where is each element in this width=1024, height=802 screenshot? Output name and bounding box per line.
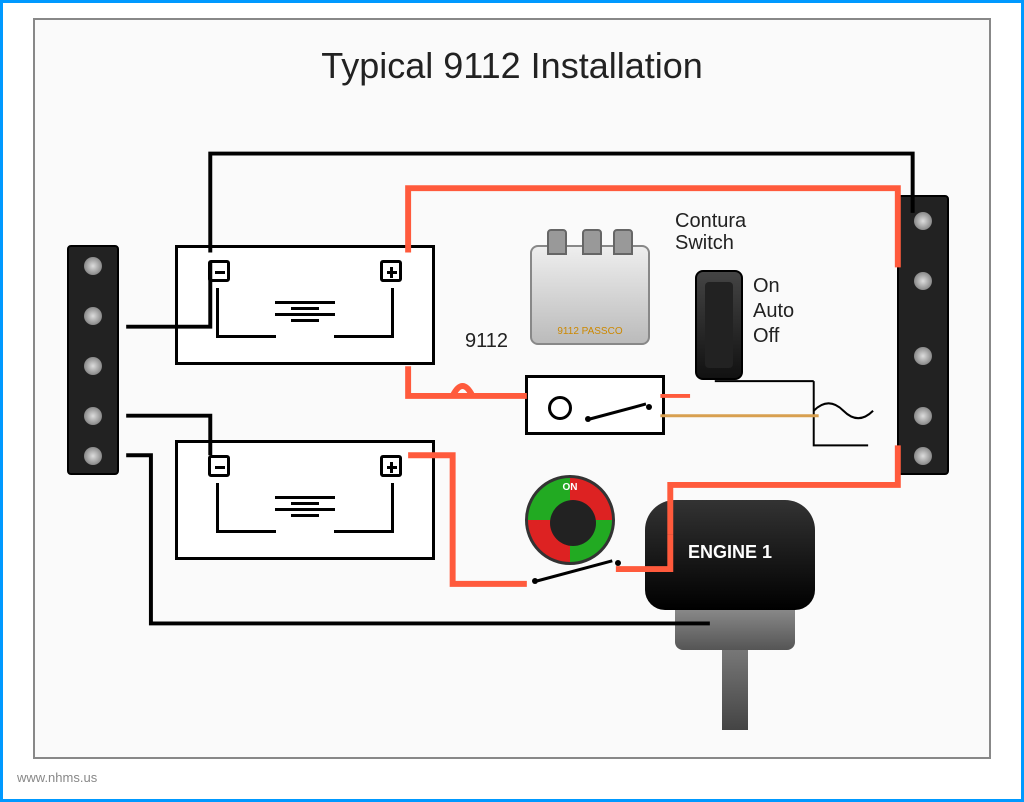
diagram-title: Typical 9112 Installation (35, 45, 989, 87)
engine-label: ENGINE 1 (645, 542, 815, 563)
solenoid-sticker: 9112 PASSCO (532, 326, 648, 337)
solenoid-label: 9112 (465, 330, 508, 353)
positive-busbar (897, 195, 949, 475)
watermark: www.nhms.us (17, 770, 97, 785)
outboard-engine: ENGINE 1 (645, 500, 825, 720)
wiring-overlay (35, 20, 989, 757)
contura-on-label: On (753, 275, 780, 298)
battery-1-negative-terminal (208, 260, 230, 282)
battery-1 (175, 245, 435, 365)
diagram-panel: Typical 9112 Installation 9112 PASSCO (33, 18, 991, 759)
contura-off-label: Off (753, 325, 779, 348)
negative-busbar (67, 245, 119, 475)
rotary-on-label: ON (528, 482, 612, 493)
battery-2-negative-terminal (208, 455, 230, 477)
battery-2-positive-terminal (380, 455, 402, 477)
battery-1-positive-terminal (380, 260, 402, 282)
contura-title-label: Contura Switch (675, 210, 746, 254)
battery-2 (175, 440, 435, 560)
contura-switch (695, 270, 743, 380)
solenoid-9112: 9112 PASSCO (530, 245, 650, 345)
outer-frame: Typical 9112 Installation 9112 PASSCO (0, 0, 1024, 802)
battery-rotary-switch: ON (525, 475, 615, 565)
contura-auto-label: Auto (753, 300, 794, 323)
circuit-breaker (525, 375, 665, 435)
